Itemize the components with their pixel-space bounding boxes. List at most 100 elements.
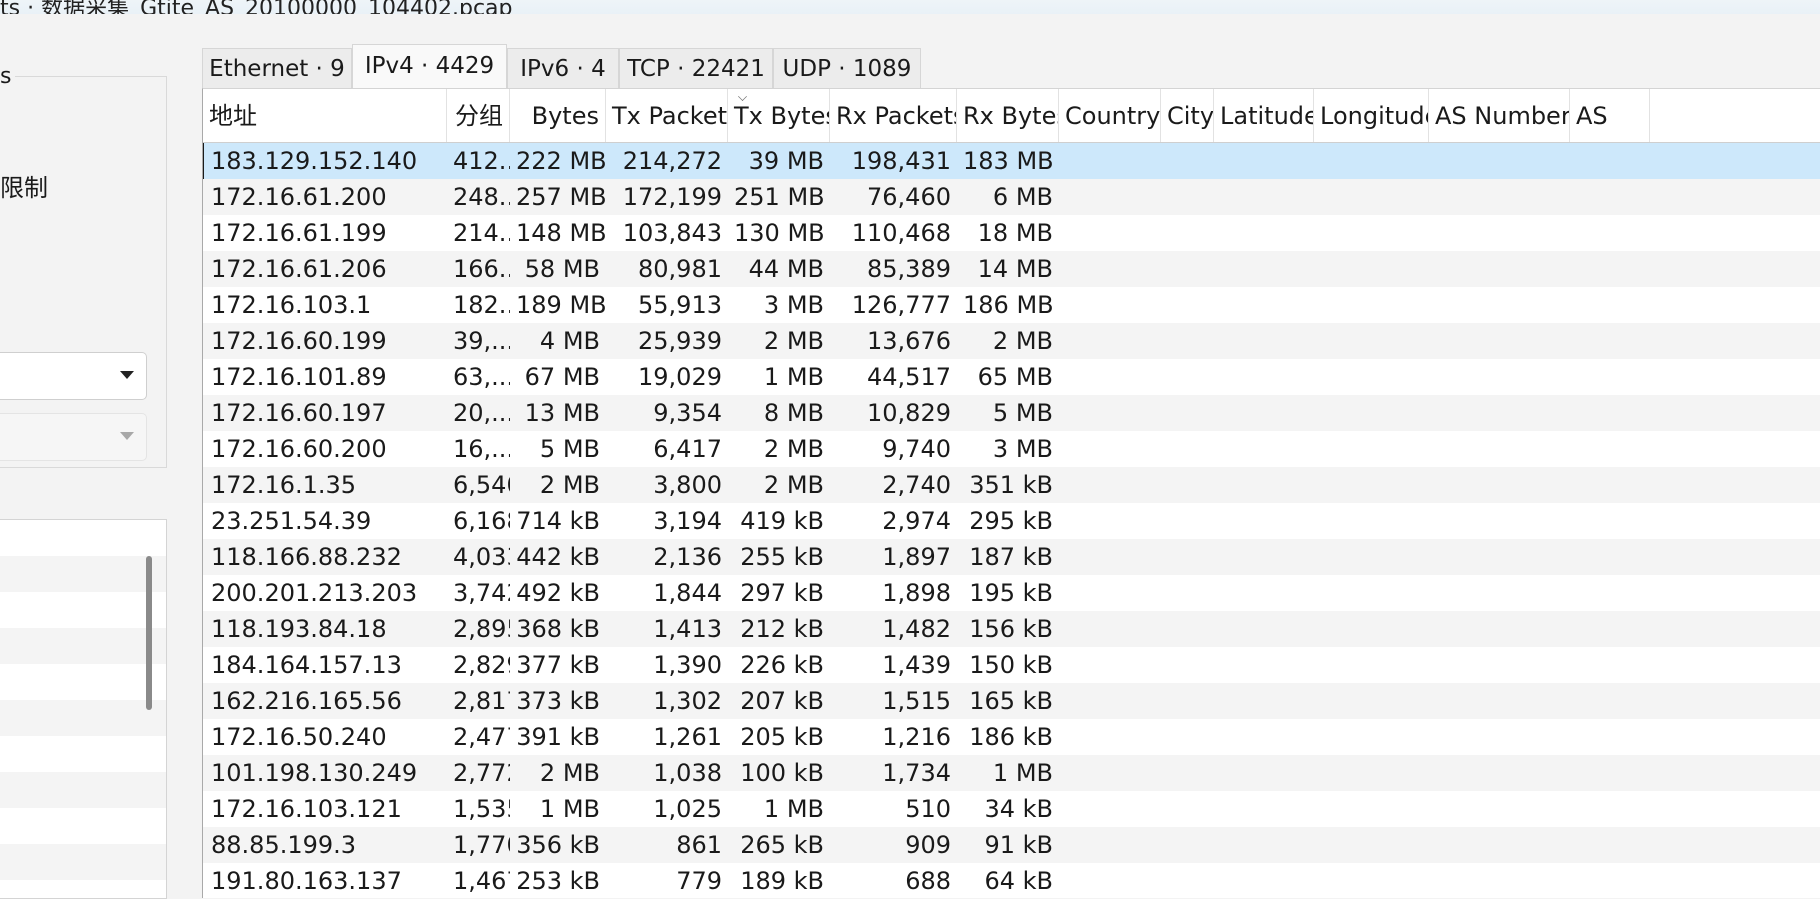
table-row[interactable]: 23.251.54.39 6,168714 kB 3,194 419 kB 2,974 2… (203, 503, 1820, 539)
table-row[interactable]: 162.216.165.56 2,817373 kB 1,302 207 kB 1,51… (203, 683, 1820, 719)
tab-ethernet[interactable]: Ethernet · 9 (202, 48, 352, 88)
table-row[interactable]: 88.85.199.3 1,770356 kB 861 265 kB 909 91 kB (203, 827, 1820, 863)
table-cell: 13,676 (867, 327, 951, 355)
table-cell: 257 MB (516, 183, 606, 211)
column-header-rx-bytes[interactable]: Rx Bytes (957, 89, 1059, 142)
table-row[interactable]: 118.193.84.18 2,895368 kB 1,413 212 kB 1,482… (203, 611, 1820, 647)
tab-ipv6[interactable]: IPv6 · 4 (507, 48, 619, 88)
table-cell: 6,168 (453, 507, 510, 535)
column-header-as-number[interactable]: AS Number (1429, 89, 1570, 142)
table-cell: 2,136 (653, 543, 722, 571)
column-header-city[interactable]: City (1161, 89, 1214, 142)
table-cell: 1,038 (653, 759, 722, 787)
limit-label: 限制 (0, 174, 48, 202)
list-item[interactable] (0, 772, 166, 808)
table-row[interactable]: 172.16.60.200 16,... 5 MB 6,417 2 MB 9,740 3 M… (203, 431, 1820, 467)
tab-udp[interactable]: UDP · 1089 (773, 48, 921, 88)
table-row[interactable]: 172.16.1.35 6,540 2 MB 3,800 2 MB 2,740 351 kB (203, 467, 1820, 503)
column-header-地址[interactable]: 地址 (203, 89, 447, 142)
table-row[interactable]: 172.16.103.121 1,535 1 MB 1,025 1 MB 510 34 kB (203, 791, 1820, 827)
table-cell: 189 kB (740, 867, 824, 895)
column-header-tx-bytes[interactable]: Tx Bytes (728, 89, 830, 142)
table-cell: 63,... (453, 363, 510, 391)
table-cell: 200.201.213.203 (211, 579, 418, 607)
list-item[interactable] (0, 628, 166, 664)
table-row[interactable]: 172.16.61.206 166... 58 MB 80,981 44 MB 85,38… (203, 251, 1820, 287)
left-options-group (0, 76, 167, 468)
table-cell: 2,829 (453, 651, 510, 679)
table-cell: 34 kB (984, 795, 1053, 823)
tab-ipv4[interactable]: IPv4 · 4429 (352, 44, 507, 88)
list-item[interactable] (0, 880, 166, 898)
scrollbar-thumb[interactable] (146, 556, 152, 710)
table-cell: 172,199 (622, 183, 722, 211)
column-header-rx-packets[interactable]: Rx Packets (830, 89, 957, 142)
column-header-latitude[interactable]: Latitude (1214, 89, 1314, 142)
table-cell: 16,... (453, 435, 510, 463)
table-cell: 172.16.61.199 (211, 219, 387, 247)
table-row[interactable]: 183.129.152.140 412...222 MB 214,272 39 MB 1… (203, 143, 1820, 179)
table-header: 地址 分组 Bytes Tx Packets Tx Bytes Rx Packets Rx … (203, 89, 1820, 143)
tab-tcp[interactable]: TCP · 22421 (619, 48, 773, 88)
table-row[interactable]: 184.164.157.13 2,829377 kB 1,390 226 kB 1,43… (203, 647, 1820, 683)
table-row[interactable]: 172.16.50.240 2,477391 kB 1,261 205 kB 1,216… (203, 719, 1820, 755)
column-header-bytes[interactable]: Bytes (510, 89, 606, 142)
column-header-tx-packets[interactable]: Tx Packets (606, 89, 728, 142)
table-cell: 2 MB (763, 435, 824, 463)
table-cell: 172.16.103.1 (211, 291, 372, 319)
table-cell: 85,389 (867, 255, 951, 283)
table-cell: 10,829 (867, 399, 951, 427)
table-cell: 248... (453, 183, 510, 211)
table-cell: 2,772 (453, 759, 510, 787)
table-cell: 130 MB (734, 219, 825, 247)
table-cell: 1,897 (882, 543, 951, 571)
table-cell: 8 MB (763, 399, 824, 427)
table-row[interactable]: 172.16.60.199 39,... 4 MB 25,939 2 MB 13,676 2… (203, 323, 1820, 359)
table-cell: 688 (905, 867, 951, 895)
table-cell: 183.129.152.140 (211, 147, 418, 175)
list-item[interactable] (0, 556, 166, 592)
table-row[interactable]: 172.16.61.200 248...257 MB 172,199 251 MB 76… (203, 179, 1820, 215)
list-item[interactable] (0, 700, 166, 736)
column-header-as[interactable]: AS (1570, 89, 1650, 142)
left-list[interactable] (0, 519, 167, 899)
display-filter-combo[interactable] (0, 352, 147, 400)
window-titlebar: ts · 数据采集_Gtite_AS_20100000_104402.pcap (0, 0, 1820, 14)
table-row[interactable]: 118.166.88.232 4,033442 kB 2,136 255 kB 1,89… (203, 539, 1820, 575)
list-item[interactable] (0, 664, 166, 700)
table-cell: 39 MB (748, 147, 824, 175)
table-cell: 1 MB (763, 795, 824, 823)
table-cell: 377 kB (516, 651, 600, 679)
list-item[interactable] (0, 736, 166, 772)
table-cell: 1,515 (882, 687, 951, 715)
table-row[interactable]: 101.198.130.249 2,772 2 MB 1,038 100 kB 1,734… (203, 755, 1820, 791)
table-cell: 19,029 (638, 363, 722, 391)
table-row[interactable]: 191.80.163.137 1,467253 kB 779 189 kB 688 64 … (203, 863, 1820, 898)
table-cell: 1,216 (882, 723, 951, 751)
chevron-down-icon[interactable] (120, 371, 134, 379)
column-header-分组[interactable]: 分组 (447, 89, 510, 142)
table-row[interactable]: 172.16.61.199 214...148 MB 103,843 130 MB 11… (203, 215, 1820, 251)
table-cell: 118.193.84.18 (211, 615, 387, 643)
table-cell: 205 kB (740, 723, 824, 751)
table-cell: 172.16.103.121 (211, 795, 402, 823)
table-cell: 172.16.61.206 (211, 255, 387, 283)
table-cell: 1,898 (882, 579, 951, 607)
list-item[interactable] (0, 808, 166, 844)
table-cell: 6,540 (453, 471, 510, 499)
list-item[interactable] (0, 592, 166, 628)
list-item[interactable] (0, 844, 166, 880)
table-cell: 150 kB (969, 651, 1053, 679)
column-header-longitude[interactable]: Longitude (1314, 89, 1429, 142)
table-cell: 2,895 (453, 615, 510, 643)
list-item[interactable] (0, 520, 166, 556)
table-row[interactable]: 172.16.60.197 20,... 13 MB 9,354 8 MB 10,829 5… (203, 395, 1820, 431)
table-cell: 18 MB (977, 219, 1053, 247)
column-header-country[interactable]: Country (1059, 89, 1161, 142)
table-cell: 1,390 (653, 651, 722, 679)
table-cell: 187 kB (969, 543, 1053, 571)
table-row[interactable]: 200.201.213.203 3,742492 kB 1,844 297 kB 1,8… (203, 575, 1820, 611)
table-row[interactable]: 172.16.103.1 182...189 MB 55,913 3 MB 126,77… (203, 287, 1820, 323)
table-cell: 1 MB (763, 363, 824, 391)
table-row[interactable]: 172.16.101.89 63,... 67 MB 19,029 1 MB 44,517… (203, 359, 1820, 395)
